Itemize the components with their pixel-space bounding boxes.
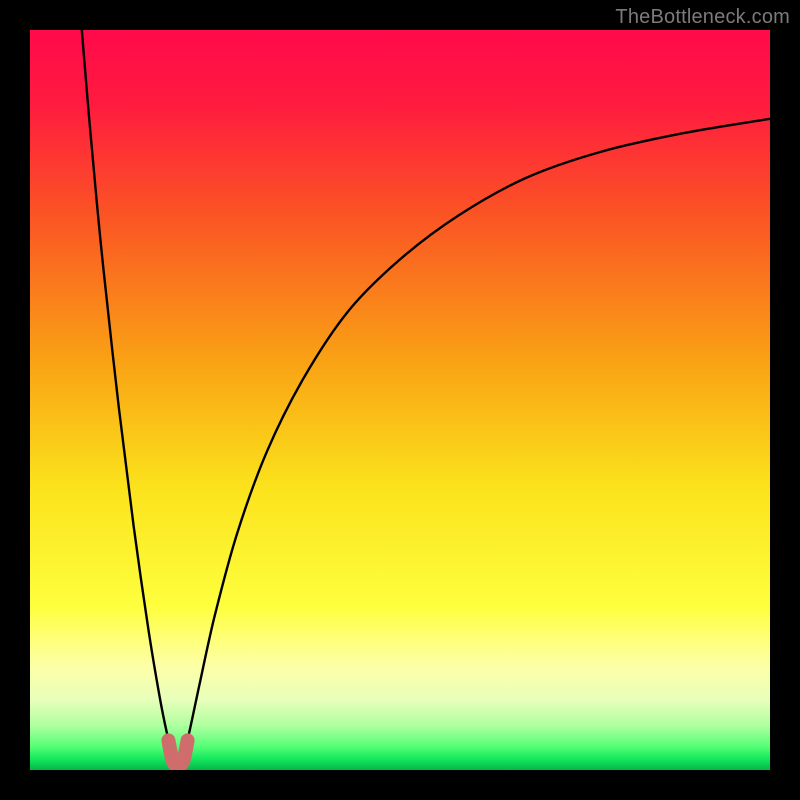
chart-svg — [30, 30, 770, 770]
chart-frame: TheBottleneck.com — [0, 0, 800, 800]
attribution-text: TheBottleneck.com — [615, 6, 790, 29]
plot-area — [30, 30, 770, 770]
chart-background — [30, 30, 770, 770]
